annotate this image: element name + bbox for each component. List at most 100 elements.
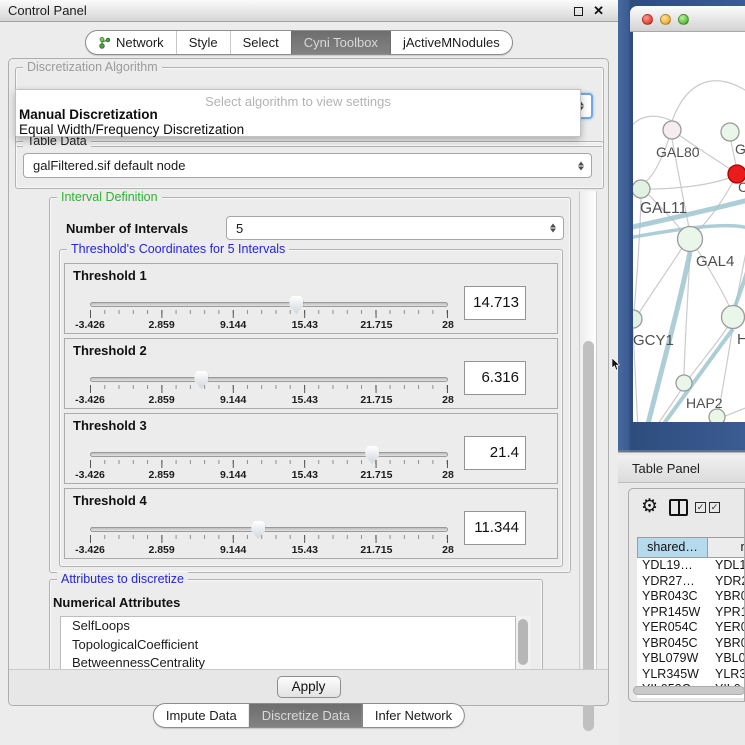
column-header-shared-name[interactable]: shared…: [637, 537, 708, 558]
tick-label: 9.144: [220, 394, 246, 406]
dropdown-option-manual[interactable]: Manual Discretization: [19, 107, 158, 122]
threshold-1-label: Threshold 1: [73, 268, 147, 283]
slider-ticks: [90, 460, 448, 468]
node-gal4[interactable]: [678, 227, 703, 252]
threshold-1-panel: Threshold 1 -3.426 2.859 9.144 15.43 21.…: [64, 263, 558, 334]
threshold-2-slider[interactable]: [90, 377, 448, 382]
column-header-name[interactable]: na: [708, 537, 745, 558]
node-label: GAL4: [696, 253, 734, 270]
tab-select[interactable]: Select: [230, 31, 291, 54]
table-row[interactable]: YLR345WYLR3: [637, 667, 745, 683]
node-gal11[interactable]: [633, 180, 650, 198]
minimize-traffic-light-icon[interactable]: [660, 14, 671, 25]
threshold-4-value-field[interactable]: 11.344: [464, 511, 526, 545]
tab-cyni-toolbox[interactable]: Cyni Toolbox: [291, 31, 390, 54]
table-data-combo[interactable]: galFiltered.sif default node: [23, 153, 592, 178]
threshold-4-panel: Threshold 4 -3.426 2.859 9.144 15.43 21.…: [64, 488, 558, 559]
tab-infer-network[interactable]: Infer Network: [362, 704, 464, 727]
tick-label: 15.43: [292, 469, 318, 481]
tick-label: 15.43: [292, 544, 318, 556]
node-gcy1[interactable]: [633, 310, 642, 328]
tick-label: 15.43: [292, 394, 318, 406]
node-hap2[interactable]: [676, 375, 692, 391]
algorithm-dropdown-popup: Select algorithm to view settings Manual…: [15, 89, 581, 137]
list-scrollbar[interactable]: [516, 616, 531, 671]
tab-jactivemnodules[interactable]: jActiveMNodules: [390, 31, 512, 54]
bottom-tab-bar: Impute Data Discretize Data Infer Networ…: [153, 703, 465, 728]
panel-scrollbar[interactable]: [579, 191, 597, 669]
gear-icon[interactable]: ⚙: [641, 495, 658, 518]
tick-label: -3.426: [75, 319, 105, 331]
node-label: GCY1: [633, 332, 674, 349]
table-row[interactable]: YBR043CYBR0: [637, 589, 745, 605]
table-horizontal-scrollbar[interactable]: [633, 686, 745, 695]
tick-label: 15.43: [292, 319, 318, 331]
attributes-group-title: Attributes to discretize: [57, 572, 188, 587]
checkbox-icon[interactable]: ✓: [709, 502, 720, 513]
apply-button[interactable]: Apply: [277, 676, 341, 698]
node-label: H: [737, 331, 745, 348]
close-traffic-light-icon[interactable]: [642, 14, 653, 25]
table-row[interactable]: YDL19…YDL1: [637, 558, 745, 574]
tick-label: 21.715: [360, 469, 392, 481]
table-row[interactable]: YBR045CYBR0: [637, 636, 745, 652]
network-icon: [98, 36, 111, 49]
table-row[interactable]: YER054CYER0: [637, 620, 745, 636]
numerical-attributes-list[interactable]: SelfLoops TopologicalCoefficient Between…: [60, 616, 516, 671]
tick-label: -3.426: [75, 544, 105, 556]
network-canvas[interactable]: GAL80 G C GAL11 GAL4 GCY1 H HAP2: [633, 32, 745, 422]
network-window-titlebar[interactable]: [630, 6, 745, 32]
combo-arrows-icon: [550, 224, 556, 233]
zoom-traffic-light-icon[interactable]: [678, 14, 689, 25]
dropdown-option-equal-width[interactable]: Equal Width/Frequency Discretization: [19, 122, 244, 137]
threshold-4-slider[interactable]: [90, 527, 448, 532]
table-row[interactable]: YPR145WYPR1: [637, 605, 745, 621]
split-columns-icon[interactable]: [669, 499, 688, 516]
tab-impute-data[interactable]: Impute Data: [154, 704, 249, 727]
num-intervals-label: Number of Intervals: [66, 221, 188, 236]
tick-label: 2.859: [148, 394, 174, 406]
thresholds-group-title: Threshold's Coordinates for 5 Intervals: [67, 242, 289, 257]
node-label: GAL80: [656, 144, 700, 160]
num-intervals-combo[interactable]: 5: [226, 216, 564, 240]
control-panel-window: Control Panel ✕ Network Style Select Cyn…: [0, 0, 618, 745]
num-intervals-value: 5: [236, 217, 243, 240]
combo-arrows-icon: [578, 161, 584, 170]
close-icon[interactable]: ✕: [593, 0, 604, 22]
node-h[interactable]: [722, 306, 745, 329]
threshold-1-slider[interactable]: [90, 302, 448, 307]
tab-network[interactable]: Network: [86, 31, 176, 54]
node-attribute-table: shared… na YDL19…YDL1 YDR27…YDR2 YBR043C…: [637, 537, 745, 698]
table-header-row: shared… na: [637, 537, 745, 558]
threshold-3-slider[interactable]: [90, 452, 448, 457]
float-window-icon[interactable]: [574, 7, 583, 16]
checkbox-icon[interactable]: ✓: [695, 502, 706, 513]
threshold-3-value-field[interactable]: 21.4: [464, 436, 526, 470]
tick-label: 28: [442, 469, 454, 481]
mouse-cursor: [611, 358, 620, 371]
table-panel-titlebar[interactable]: Table Panel: [618, 455, 745, 483]
list-scrollbar-thumb[interactable]: [518, 619, 528, 665]
network-graph: GAL80 G C GAL11 GAL4 GCY1 H HAP2: [633, 32, 745, 422]
tick-label: 9.144: [220, 319, 246, 331]
list-item[interactable]: TopologicalCoefficient: [61, 636, 515, 655]
table-row[interactable]: YDR27…YDR2: [637, 574, 745, 590]
threshold-1-value-field[interactable]: 14.713: [464, 286, 526, 320]
tick-label: 2.859: [148, 319, 174, 331]
tick-label: -3.426: [75, 394, 105, 406]
tab-style[interactable]: Style: [176, 31, 230, 54]
tick-label: 21.715: [360, 319, 392, 331]
tick-label: 9.144: [220, 469, 246, 481]
node-gal80[interactable]: [663, 121, 681, 139]
node-label: HAP2: [686, 395, 723, 411]
node-label: GAL11: [640, 200, 687, 217]
tick-label: 21.715: [360, 394, 392, 406]
threshold-3-label: Threshold 3: [73, 418, 147, 433]
slider-ticks: [90, 535, 448, 543]
threshold-2-value-field[interactable]: 6.316: [464, 361, 526, 395]
table-row[interactable]: YBL079WYBL0: [637, 651, 745, 667]
list-item[interactable]: SelfLoops: [61, 617, 515, 636]
node-g[interactable]: [721, 123, 739, 141]
control-panel-titlebar[interactable]: Control Panel ✕: [0, 0, 618, 22]
tab-discretize-data[interactable]: Discretize Data: [249, 704, 362, 727]
